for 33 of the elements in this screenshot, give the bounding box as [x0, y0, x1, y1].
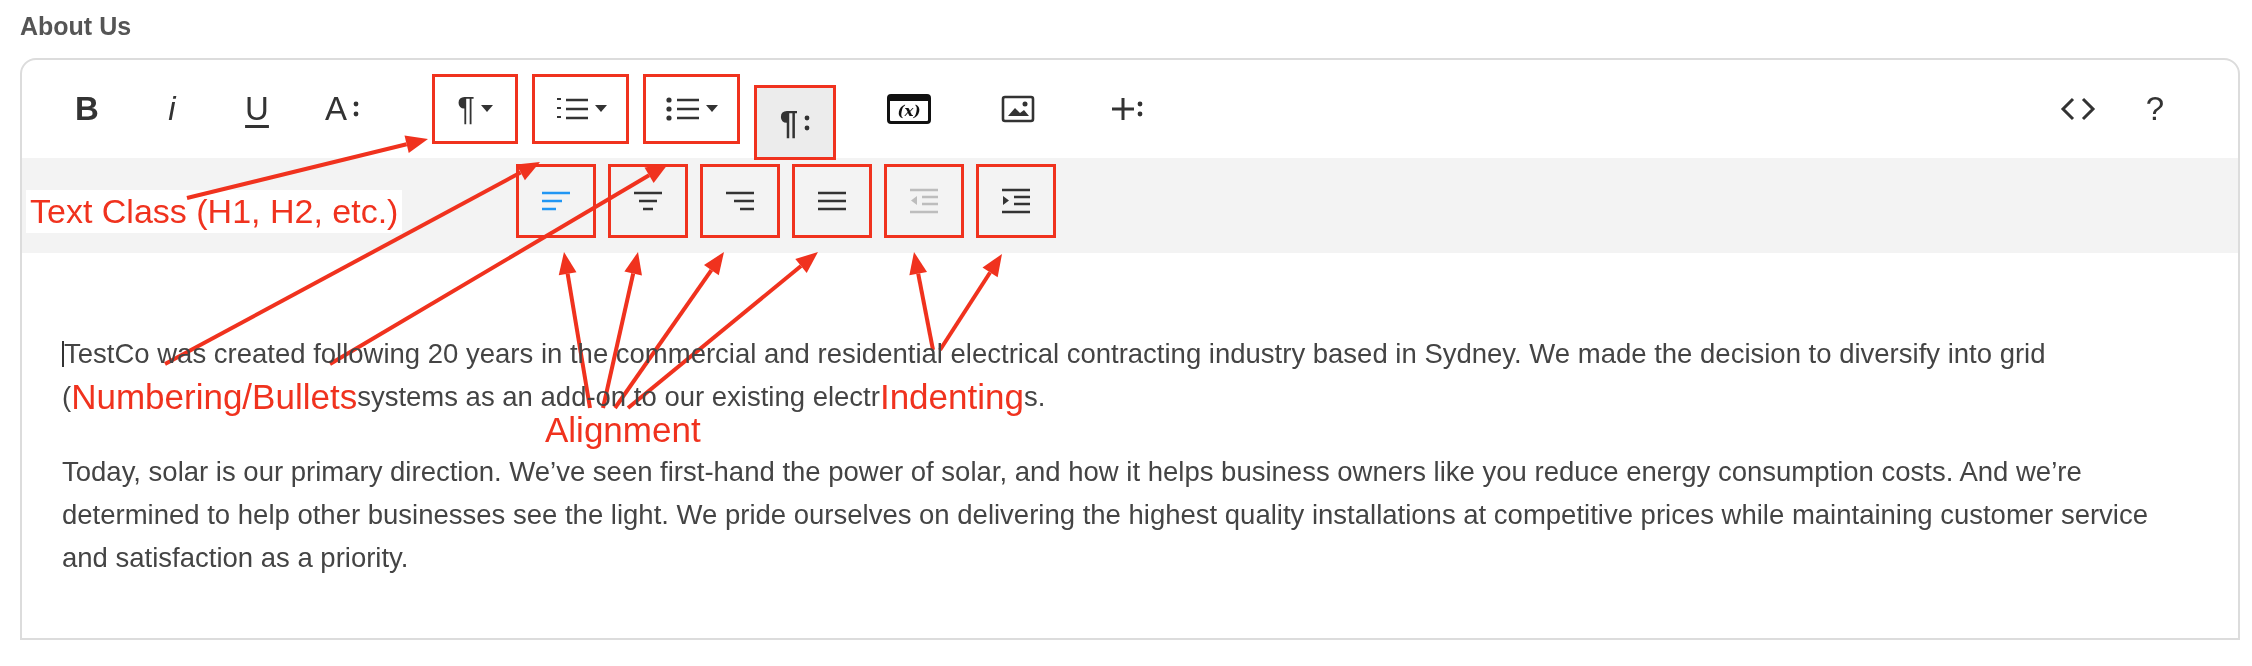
align-center-button[interactable]	[608, 164, 688, 238]
image-icon	[1001, 95, 1035, 123]
indent-button[interactable]	[976, 164, 1056, 238]
bullet-list-button[interactable]	[643, 74, 740, 144]
dots-icon	[804, 113, 811, 132]
outdent-icon	[907, 187, 941, 215]
plus-icon	[1110, 95, 1144, 123]
bullet-list-icon	[665, 95, 700, 123]
numbered-list-button[interactable]	[532, 74, 629, 144]
caret-icon	[705, 105, 718, 113]
annotation-label: Text Class (H1, H2, etc.)	[26, 190, 403, 234]
dots-icon	[353, 100, 359, 118]
body-text: s.	[1023, 380, 1046, 413]
bold-button[interactable]: B	[57, 79, 117, 139]
indent-icon	[999, 187, 1033, 215]
paragraph-format-button[interactable]: ¶	[432, 74, 518, 144]
help-button[interactable]: ?	[2125, 79, 2185, 139]
caret-icon	[594, 105, 607, 113]
code-icon	[2060, 96, 2096, 122]
underline-button[interactable]: U	[227, 79, 287, 139]
italic-button[interactable]: i	[142, 79, 202, 139]
body-text: and satisfaction as a priority.	[62, 541, 409, 574]
justify-button[interactable]	[792, 164, 872, 238]
section-heading: About Us	[19, 11, 133, 42]
caret-icon	[480, 105, 493, 113]
body-text: determined to help other businesses see the light. We pride ourselves on delivering the highest quality installations at competitive prices while maintaining customer service	[62, 498, 2148, 531]
align-right-button[interactable]	[700, 164, 780, 238]
variable-button[interactable]: (x)	[879, 79, 939, 139]
body-text: Today, solar is our primary direction. We’ve seen first-hand the power of solar, and how it helps business owners like you reduce energy consumption costs. And we’re	[62, 455, 2082, 488]
font-size-button[interactable]: A	[312, 79, 372, 139]
text-cursor	[62, 340, 64, 367]
paragraph-style-button[interactable]: ¶	[754, 85, 836, 160]
body-text: (	[62, 380, 72, 413]
